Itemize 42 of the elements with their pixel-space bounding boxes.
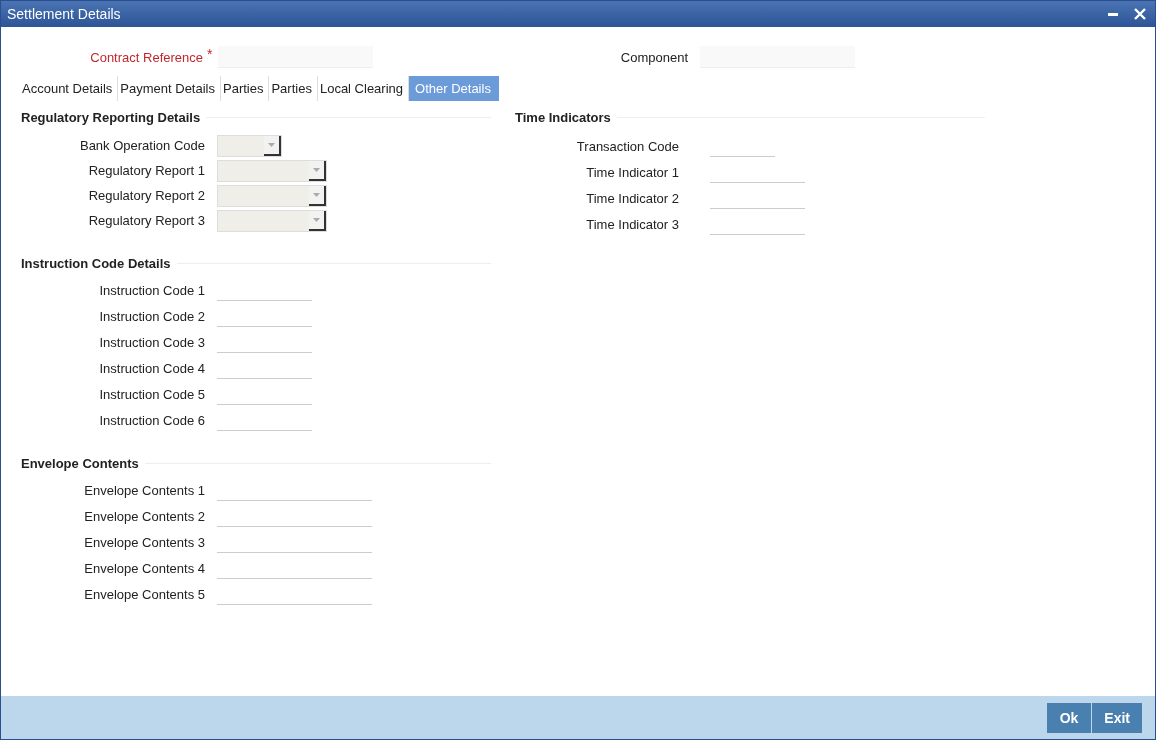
tab[interactable]: Account Details xyxy=(20,76,119,101)
caret-icon xyxy=(313,217,320,222)
field-label: Envelope Contents 4 xyxy=(83,560,205,576)
field-label: Instruction Code 1 xyxy=(98,282,205,298)
required-marker: * xyxy=(207,46,214,62)
dropdown-field[interactable] xyxy=(217,159,327,182)
field-label: Time Indicator 2 xyxy=(585,190,679,206)
field-label: Regulatory Report 3 xyxy=(87,213,205,228)
field-label: Component xyxy=(619,49,688,65)
dialog-button[interactable]: Exit xyxy=(1092,702,1142,733)
close-icon[interactable] xyxy=(1133,7,1147,21)
field-label: Bank Operation Code xyxy=(78,138,205,153)
dialog-button[interactable]: Ok xyxy=(1046,702,1092,733)
field-label: Contract Reference xyxy=(89,49,203,65)
field-label: Envelope Contents 2 xyxy=(83,508,205,524)
dropdown-field[interactable] xyxy=(217,209,327,232)
field-label: Regulatory Report 1 xyxy=(87,163,205,178)
dropdown-field[interactable] xyxy=(217,134,282,157)
field-label: Transaction Code xyxy=(575,138,679,154)
tab[interactable]: Parties xyxy=(221,76,270,101)
field-label: Envelope Contents 3 xyxy=(83,534,205,550)
tab[interactable]: Payment Details xyxy=(118,76,221,101)
field-label: Envelope Contents 5 xyxy=(83,586,205,602)
caret-icon xyxy=(313,167,320,172)
section-title: Envelope Contents xyxy=(21,455,139,471)
field-label: Regulatory Report 2 xyxy=(87,188,205,203)
field-label: Instruction Code 3 xyxy=(98,334,205,350)
caret-icon xyxy=(268,142,275,147)
field-label: Envelope Contents 1 xyxy=(83,482,205,498)
section-title: Time Indicators xyxy=(515,109,611,125)
caret-icon xyxy=(313,192,320,197)
dropdown-field[interactable] xyxy=(217,184,327,207)
field-label: Instruction Code 4 xyxy=(98,360,205,376)
section-title: Regulatory Reporting Details xyxy=(21,109,201,125)
field-label: Instruction Code 5 xyxy=(98,386,205,402)
field-label: Time Indicator 3 xyxy=(585,216,679,232)
tab[interactable]: Parties xyxy=(269,76,318,101)
window-title: Settlement Details xyxy=(7,6,121,22)
field-label: Instruction Code 2 xyxy=(98,308,205,324)
field-label: Time Indicator 1 xyxy=(585,164,679,180)
section-title: Instruction Code Details xyxy=(21,255,171,271)
field-label: Instruction Code 6 xyxy=(98,412,205,428)
